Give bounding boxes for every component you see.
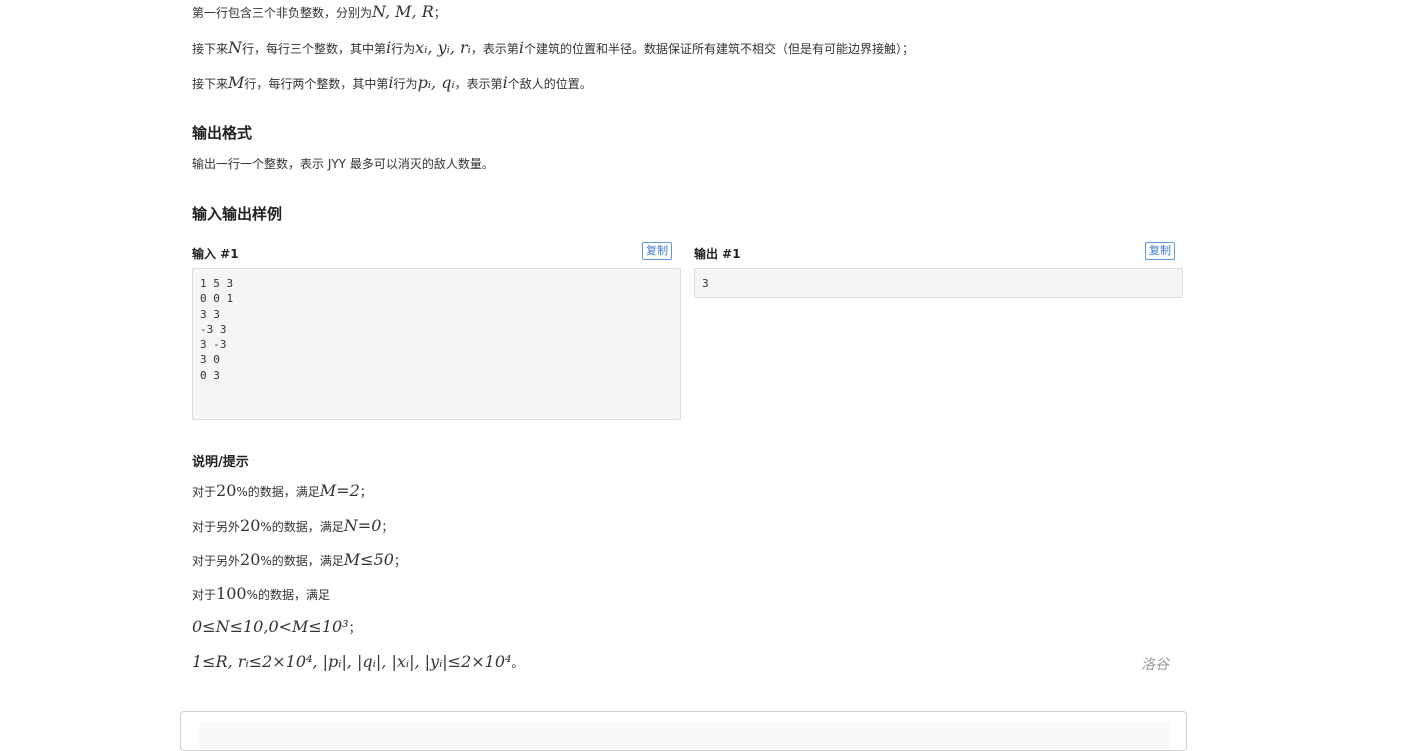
- text: 行为: [391, 42, 416, 56]
- copy-output-button[interactable]: 复制: [1145, 242, 1175, 260]
- text: 行，每行三个整数，其中第: [242, 42, 387, 56]
- bottom-card-inner: [199, 722, 1170, 750]
- text: 对于: [192, 588, 217, 602]
- input-format-line-2: 接下来N行，每行三个整数，其中第i行为xᵢ, yᵢ, rᵢ，表示第i个建筑的位置…: [192, 40, 914, 57]
- text: 接下来: [192, 42, 229, 56]
- text: ；: [381, 520, 394, 534]
- input-format-line-1: 第一行包含三个非负整数，分别为N, M, R；: [192, 4, 446, 21]
- sample-output-label: 输出 #1: [694, 247, 741, 261]
- text: 个敌人的位置。: [507, 77, 592, 91]
- math: pᵢ, qᵢ: [417, 73, 455, 92]
- text: 个建筑的位置和半径。数据保证所有建筑不相交（但是有可能边界接触）；: [524, 42, 915, 56]
- output-format-heading: 输出格式: [192, 124, 253, 142]
- math: N: [228, 38, 243, 57]
- math: 20: [216, 481, 237, 500]
- text: 对于另外: [192, 554, 241, 568]
- text: %的数据，满足: [260, 554, 344, 568]
- copy-input-button[interactable]: 复制: [642, 242, 672, 260]
- text: 。: [511, 656, 524, 670]
- math: N, M, R: [372, 2, 434, 21]
- math: 100: [216, 584, 247, 603]
- math: M=2: [319, 481, 360, 500]
- math: 1≤R, rᵢ≤2×10⁴, |pᵢ|, |qᵢ|, |xᵢ|, |yᵢ|≤2×…: [192, 652, 512, 671]
- text: %的数据，满足: [246, 588, 330, 602]
- math: M: [228, 73, 245, 92]
- text: 对于另外: [192, 520, 241, 534]
- text: %的数据，满足: [260, 520, 344, 534]
- text: ；: [359, 485, 372, 499]
- text: 行，每行两个整数，其中第: [244, 77, 389, 91]
- sample-input-label: 输入 #1: [192, 247, 239, 261]
- hint-line-2: 对于另外20%的数据，满足N=0；: [192, 518, 393, 535]
- text: %的数据，满足: [236, 485, 320, 499]
- hint-line-1: 对于20%的数据，满足M=2；: [192, 483, 372, 500]
- text: ，表示第: [470, 42, 519, 56]
- hint-line-5: 0≤N≤10,0<M≤10³；: [192, 619, 361, 636]
- output-format-text: 输出一行一个整数，表示 JYY 最多可以消灭的敌人数量。: [192, 157, 494, 171]
- text: ；: [433, 6, 446, 20]
- sample-input-box[interactable]: 1 5 3 0 0 1 3 3 -3 3 3 -3 3 0 0 3: [192, 268, 681, 420]
- hints-heading: 说明/提示: [192, 455, 249, 470]
- text: ；: [393, 554, 406, 568]
- text: ，表示第: [454, 77, 503, 91]
- text: 第一行包含三个非负整数，分别为: [192, 6, 373, 20]
- bottom-card: [180, 711, 1187, 751]
- math: 20: [240, 550, 261, 569]
- text: ；: [348, 621, 361, 635]
- input-format-line-3: 接下来M行，每行两个整数，其中第i行为pᵢ, qᵢ，表示第i个敌人的位置。: [192, 75, 592, 92]
- math: 0≤N≤10,0<M≤10³: [192, 617, 349, 636]
- text: 对于: [192, 485, 217, 499]
- text: 接下来: [192, 77, 229, 91]
- hint-line-4: 对于100%的数据，满足: [192, 586, 330, 603]
- samples-heading: 输入输出样例: [192, 205, 283, 223]
- hint-line-3: 对于另外20%的数据，满足M≤50；: [192, 552, 406, 569]
- text: 行为: [393, 77, 418, 91]
- math: xᵢ, yᵢ, rᵢ: [415, 38, 471, 57]
- sample-output-box[interactable]: 3: [694, 268, 1183, 298]
- source-label: 洛谷: [1141, 657, 1169, 673]
- math: N=0: [343, 516, 382, 535]
- math: 20: [240, 516, 261, 535]
- math: M≤50: [343, 550, 394, 569]
- hint-line-6: 1≤R, rᵢ≤2×10⁴, |pᵢ|, |qᵢ|, |xᵢ|, |yᵢ|≤2×…: [192, 654, 523, 671]
